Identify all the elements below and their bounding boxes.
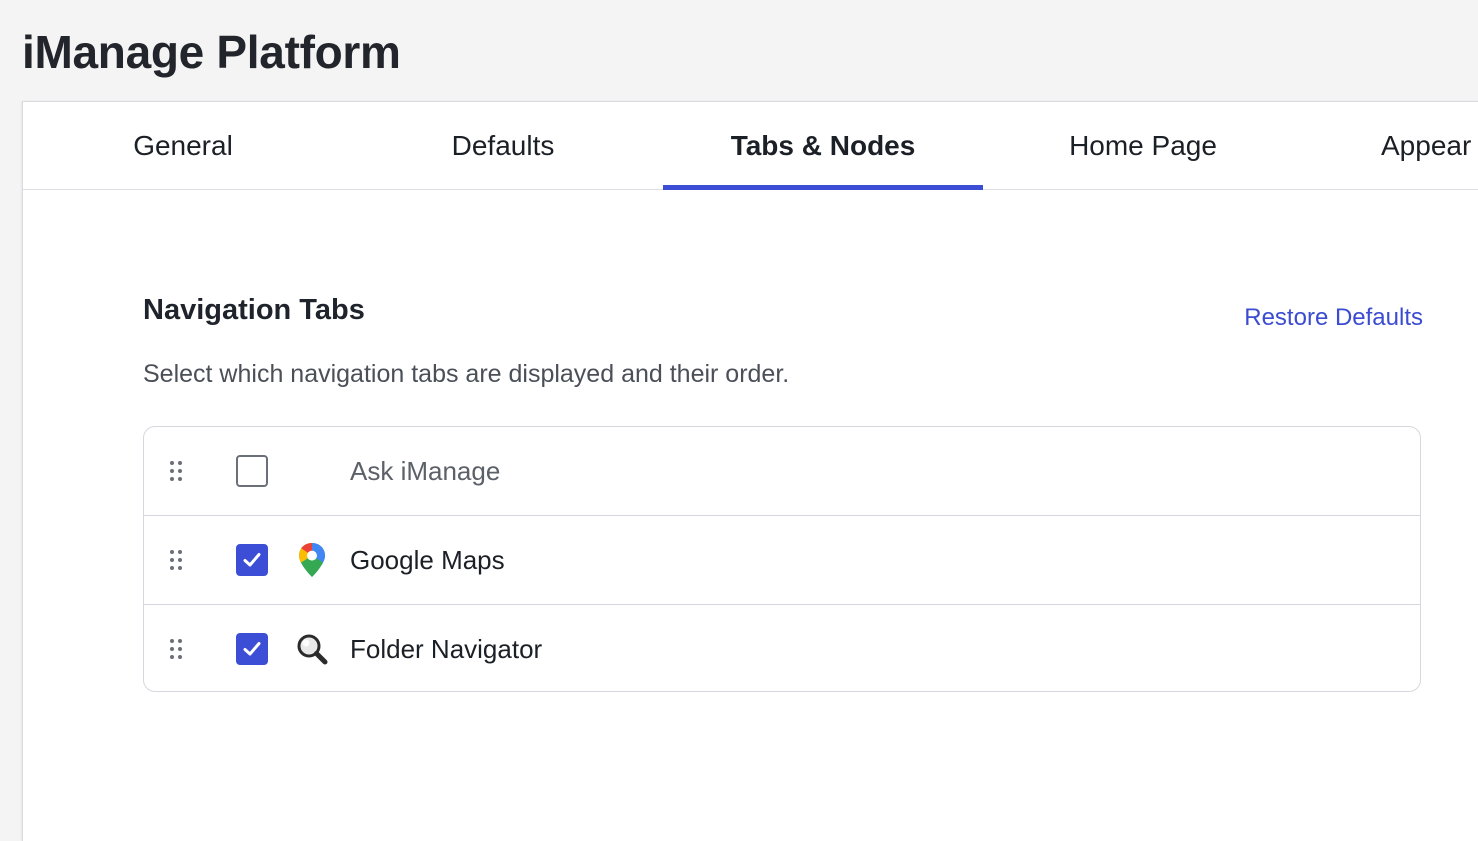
list-item-ask-imanage: Ask iManage (144, 427, 1420, 516)
tab-home-page[interactable]: Home Page (983, 102, 1303, 189)
google-maps-checkbox[interactable] (236, 544, 268, 576)
folder-navigator-checkbox[interactable] (236, 633, 268, 665)
list-item-google-maps: Google Maps (144, 516, 1420, 605)
page-title: iManage Platform (22, 26, 401, 78)
section-description: Select which navigation tabs are display… (143, 360, 790, 388)
list-item-folder-navigator: Folder Navigator (144, 605, 1420, 691)
list-item-label: Google Maps (350, 545, 505, 575)
tab-general[interactable]: General (23, 102, 343, 189)
magnifier-icon (294, 629, 330, 669)
settings-panel: General Defaults Tabs & Nodes Home Page … (22, 101, 1478, 841)
list-item-label: Folder Navigator (350, 634, 543, 664)
tab-defaults[interactable]: Defaults (343, 102, 663, 189)
drag-handle-icon[interactable] (169, 549, 183, 571)
checkmark-icon (243, 642, 261, 656)
ask-imanage-checkbox[interactable] (236, 455, 268, 487)
section-title: Navigation Tabs (143, 294, 365, 326)
list-item-label: Ask iManage (350, 456, 501, 486)
navigation-tabs-list: Ask iManage Google Maps Folder Navigator (143, 426, 1421, 692)
restore-defaults-link[interactable]: Restore Defaults (1244, 304, 1423, 332)
tab-appearance[interactable]: Appear (1381, 102, 1471, 189)
tab-tabs-and-nodes[interactable]: Tabs & Nodes (663, 102, 983, 190)
settings-tabbar: General Defaults Tabs & Nodes Home Page … (23, 102, 1478, 190)
google-maps-pin-icon (294, 540, 330, 580)
drag-handle-icon[interactable] (169, 638, 183, 660)
checkmark-icon (243, 553, 261, 567)
drag-handle-icon[interactable] (169, 460, 183, 482)
